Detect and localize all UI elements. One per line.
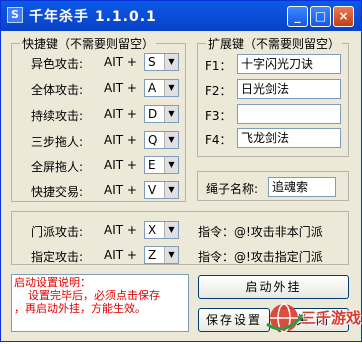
selected-key: S — [148, 55, 156, 69]
sect-attack-label: 门派攻击: — [31, 225, 84, 239]
window-title: 千年杀手 1.1.0.1 — [29, 9, 157, 25]
hotkey-select-three-step-drag[interactable]: Q ▼ — [144, 131, 179, 149]
hotkey-label-three-step-drag: 三步拖人: — [31, 135, 84, 149]
hotkey-label-quick-trade: 快捷交易: — [31, 185, 84, 199]
hotkey-label-all-attack: 全体攻击: — [31, 83, 84, 97]
app-icon: S — [7, 7, 23, 23]
extended-label-f4: F4： — [205, 133, 232, 147]
selected-key: A — [148, 81, 157, 95]
watermark-text: 三千游戏 — [301, 309, 362, 327]
selected-key: V — [148, 183, 157, 197]
chevron-down-icon[interactable]: ▼ — [164, 80, 178, 96]
hotkey-modifier: AIT + — [104, 55, 137, 69]
setup-instructions: 启动设置说明： 设置完毕后，必须点击保存 ，再启动外挂，方能生效。 — [11, 274, 189, 332]
chevron-down-icon[interactable]: ▼ — [164, 247, 178, 263]
hotkey-select-all-attack[interactable]: A ▼ — [144, 79, 179, 97]
target-attack-command: 指令：@!攻击指定门派 — [198, 250, 323, 264]
extended-input-f4[interactable]: 飞龙剑法 — [237, 128, 341, 148]
hotkey-modifier: AIT + — [104, 158, 137, 172]
save-settings-button[interactable]: 保存设置 — [198, 308, 270, 332]
hotkey-modifier: AIT + — [104, 81, 137, 95]
selected-key: Q — [148, 133, 158, 147]
selected-key: Z — [148, 248, 157, 262]
hotkey-label-color-attack: 异色攻击: — [31, 57, 84, 71]
title-bar[interactable]: S 千年杀手 1.1.0.1 _ □ × — [1, 1, 361, 31]
extended-label-f1: F1： — [205, 59, 232, 73]
hotkey-modifier: AIT + — [104, 223, 137, 237]
chevron-down-icon[interactable]: ▼ — [164, 54, 178, 70]
chevron-down-icon[interactable]: ▼ — [164, 132, 178, 148]
chevron-down-icon[interactable]: ▼ — [164, 182, 178, 198]
chevron-down-icon[interactable]: ▼ — [164, 157, 178, 173]
hotkey-select-fullscreen-drag[interactable]: E ▼ — [144, 156, 179, 174]
start-plugin-button[interactable]: 启动外挂 — [198, 275, 349, 299]
extended-label-f2: F2： — [205, 84, 232, 98]
selected-key: X — [148, 223, 157, 237]
watermark-logo: 三千游戏 — [263, 297, 361, 341]
maximize-button[interactable]: □ — [310, 6, 331, 27]
hotkey-modifier: AIT + — [104, 133, 137, 147]
chevron-down-icon[interactable]: ▼ — [164, 222, 178, 238]
minimize-button[interactable]: _ — [287, 6, 308, 27]
hotkey-select-quick-trade[interactable]: V ▼ — [144, 181, 179, 199]
hotkey-select-continuous-attack[interactable]: D ▼ — [144, 105, 179, 123]
rope-name-input[interactable]: 追魂索 — [268, 177, 336, 197]
hotkey-modifier: AIT + — [104, 183, 137, 197]
selected-key: D — [148, 107, 158, 121]
extended-input-f1[interactable]: 十字闪光刀诀 — [237, 54, 341, 74]
sect-attack-key-select[interactable]: X ▼ — [144, 221, 179, 239]
target-attack-key-select[interactable]: Z ▼ — [144, 246, 179, 264]
hotkeys-group-title: 快捷键（不需要则留空） — [20, 35, 157, 52]
hotkey-label-continuous-attack: 持续攻击: — [31, 109, 84, 123]
hotkey-modifier: AIT + — [104, 107, 137, 121]
extended-label-f3: F3： — [205, 109, 232, 123]
hotkey-modifier: AIT + — [104, 248, 137, 262]
target-attack-label: 指定攻击: — [31, 250, 84, 264]
extended-input-f3[interactable] — [237, 104, 341, 124]
sect-attack-command: 指令：@!攻击非本门派 — [198, 225, 323, 239]
extended-group-title: 扩展键（不需要则留空） — [206, 35, 343, 52]
rope-name-label: 绳子名称: — [206, 182, 259, 196]
hotkey-label-fullscreen-drag: 全屏拖人: — [31, 160, 84, 174]
selected-key: E — [148, 158, 156, 172]
chevron-down-icon[interactable]: ▼ — [164, 106, 178, 122]
extended-input-f2[interactable]: 日光剑法 — [237, 79, 341, 99]
hotkey-select-color-attack[interactable]: S ▼ — [144, 53, 179, 71]
app-window: S 千年杀手 1.1.0.1 _ □ × 快捷键（不需要则留空） 异色攻击: A… — [0, 0, 362, 342]
close-window-button[interactable]: × — [333, 6, 354, 27]
